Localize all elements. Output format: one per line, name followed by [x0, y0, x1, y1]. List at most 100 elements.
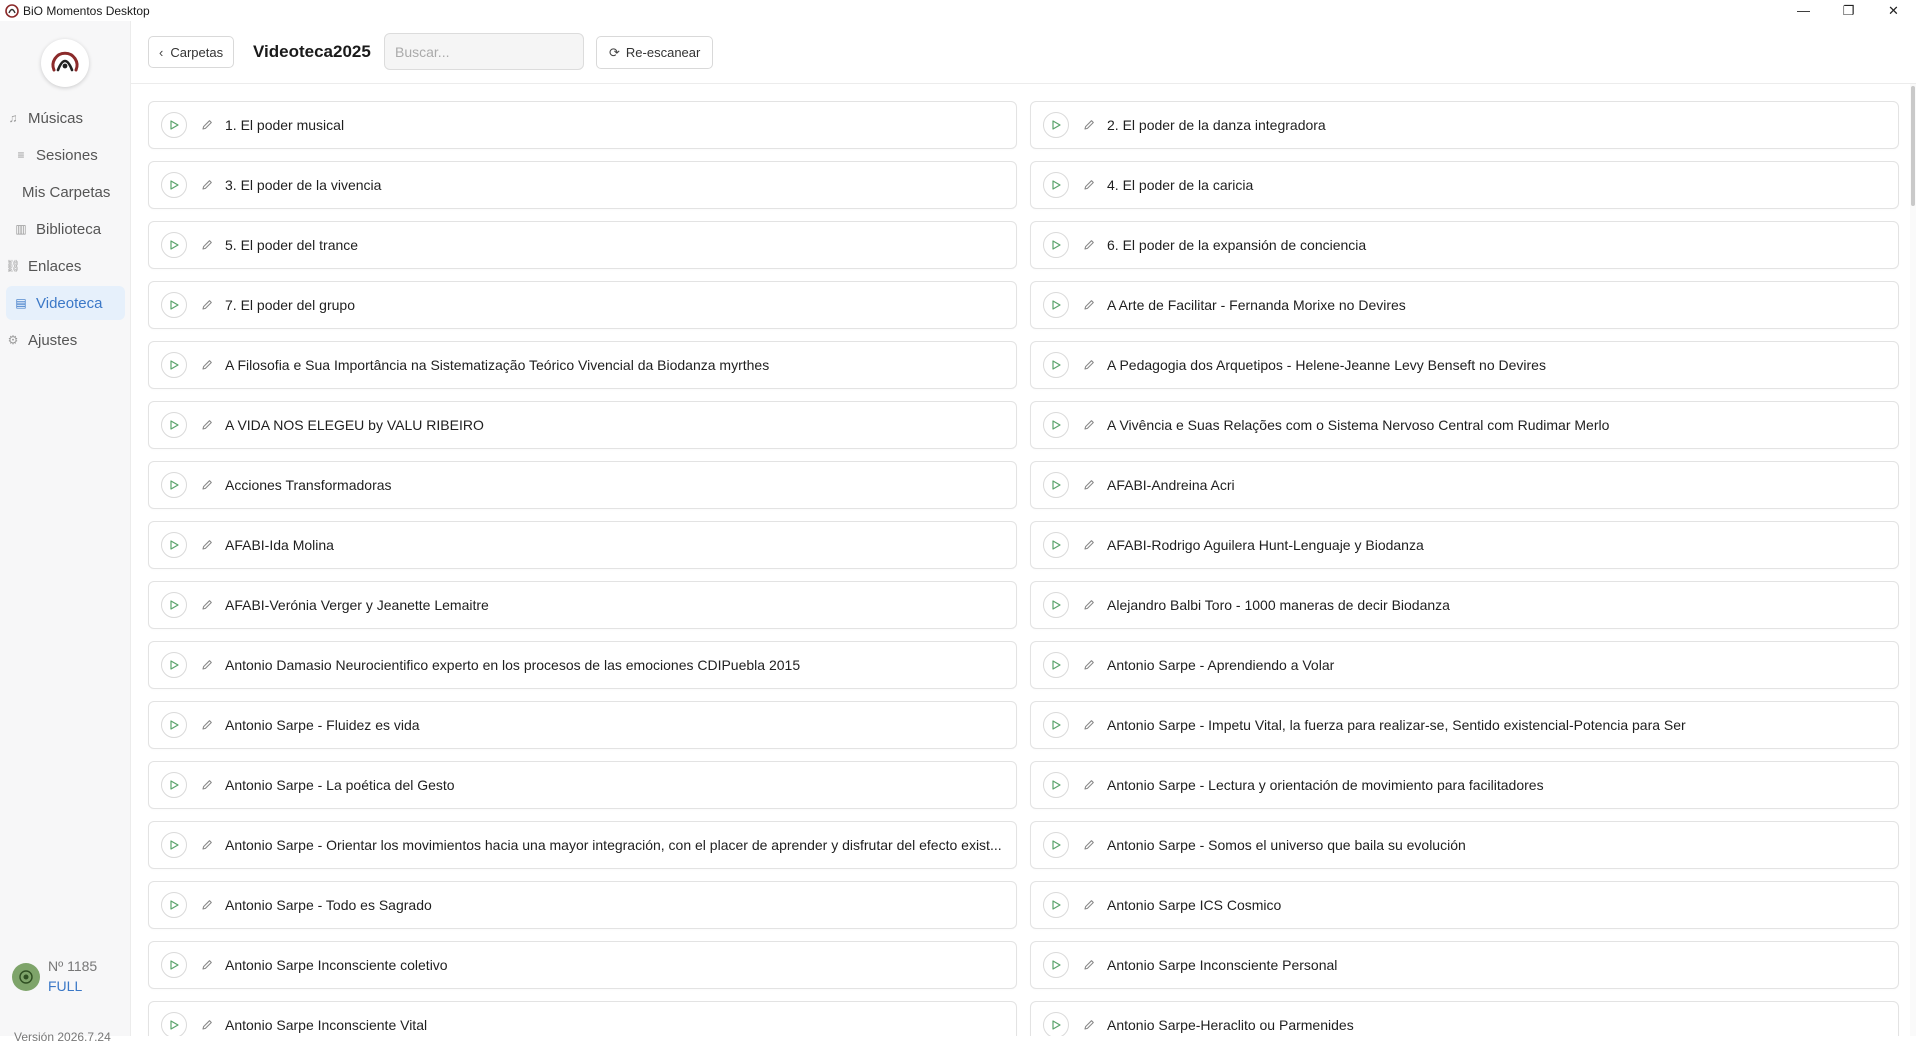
video-card[interactable]: A VIDA NOS ELEGEU by VALU RIBEIRO	[148, 401, 1017, 449]
video-card[interactable]: Antonio Sarpe - Impetu Vital, la fuerza …	[1030, 701, 1899, 749]
play-icon[interactable]	[1043, 472, 1069, 498]
video-card[interactable]: Antonio Damasio Neurocientifico experto …	[148, 641, 1017, 689]
play-icon[interactable]	[161, 952, 187, 978]
sidebar-item-sesiones[interactable]: ≡ Sesiones	[6, 138, 125, 172]
sidebar-item-musicas[interactable]: ♫ Músicas	[6, 101, 125, 135]
video-card[interactable]: Antonio Sarpe ICS Cosmico	[1030, 881, 1899, 929]
play-icon[interactable]	[161, 592, 187, 618]
video-card[interactable]: A Vivência e Suas Relações com o Sistema…	[1030, 401, 1899, 449]
pencil-icon[interactable]	[199, 537, 215, 553]
video-card[interactable]: AFABI-Andreina Acri	[1030, 461, 1899, 509]
play-icon[interactable]	[161, 232, 187, 258]
play-icon[interactable]	[1043, 712, 1069, 738]
video-card[interactable]: Antonio Sarpe - Aprendiendo a Volar	[1030, 641, 1899, 689]
pencil-icon[interactable]	[199, 357, 215, 373]
pencil-icon[interactable]	[1081, 1017, 1097, 1033]
pencil-icon[interactable]	[1081, 537, 1097, 553]
pencil-icon[interactable]	[199, 177, 215, 193]
pencil-icon[interactable]	[199, 657, 215, 673]
play-icon[interactable]	[1043, 532, 1069, 558]
play-icon[interactable]	[1043, 1012, 1069, 1036]
play-icon[interactable]	[1043, 412, 1069, 438]
pencil-icon[interactable]	[199, 417, 215, 433]
play-icon[interactable]	[161, 112, 187, 138]
pencil-icon[interactable]	[1081, 897, 1097, 913]
close-button[interactable]: ✕	[1871, 0, 1916, 21]
video-card[interactable]: A Filosofia e Sua Importância na Sistema…	[148, 341, 1017, 389]
pencil-icon[interactable]	[199, 237, 215, 253]
pencil-icon[interactable]	[199, 597, 215, 613]
video-card[interactable]: Antonio Sarpe - Todo es Sagrado	[148, 881, 1017, 929]
pencil-icon[interactable]	[1081, 657, 1097, 673]
sidebar-item-ajustes[interactable]: ⚙ Ajustes	[6, 323, 125, 357]
pencil-icon[interactable]	[1081, 417, 1097, 433]
scrollbar-thumb[interactable]	[1911, 86, 1915, 206]
sidebar-item-videoteca[interactable]: ▤ Videoteca	[6, 286, 125, 320]
play-icon[interactable]	[1043, 352, 1069, 378]
play-icon[interactable]	[161, 532, 187, 558]
pencil-icon[interactable]	[1081, 477, 1097, 493]
restore-button[interactable]: ❐	[1826, 0, 1871, 21]
play-icon[interactable]	[161, 472, 187, 498]
video-card[interactable]: Antonio Sarpe - Orientar los movimientos…	[148, 821, 1017, 869]
video-card[interactable]: Alejandro Balbi Toro - 1000 maneras de d…	[1030, 581, 1899, 629]
pencil-icon[interactable]	[1081, 957, 1097, 973]
pencil-icon[interactable]	[1081, 237, 1097, 253]
pencil-icon[interactable]	[199, 837, 215, 853]
play-icon[interactable]	[161, 292, 187, 318]
scrollbar[interactable]	[1910, 84, 1916, 1036]
pencil-icon[interactable]	[1081, 597, 1097, 613]
sidebar-item-biblioteca[interactable]: ▥ Biblioteca	[6, 212, 125, 246]
video-card[interactable]: Antonio Sarpe - Somos el universo que ba…	[1030, 821, 1899, 869]
play-icon[interactable]	[1043, 892, 1069, 918]
play-icon[interactable]	[1043, 292, 1069, 318]
sidebar-item-mis-carpetas[interactable]: Mis Carpetas	[6, 175, 125, 209]
pencil-icon[interactable]	[199, 1017, 215, 1033]
search-input[interactable]	[384, 33, 584, 70]
video-card[interactable]: 6. El poder de la expansión de concienci…	[1030, 221, 1899, 269]
play-icon[interactable]	[161, 172, 187, 198]
pencil-icon[interactable]	[199, 117, 215, 133]
play-icon[interactable]	[161, 1012, 187, 1036]
video-card[interactable]: Acciones Transformadoras	[148, 461, 1017, 509]
play-icon[interactable]	[161, 772, 187, 798]
pencil-icon[interactable]	[199, 477, 215, 493]
pencil-icon[interactable]	[199, 297, 215, 313]
play-icon[interactable]	[161, 832, 187, 858]
pencil-icon[interactable]	[1081, 717, 1097, 733]
minimize-button[interactable]: —	[1781, 0, 1826, 21]
video-card[interactable]: AFABI-Verónia Verger y Jeanette Lemaitre	[148, 581, 1017, 629]
video-card[interactable]: A Pedagogia dos Arquetipos - Helene-Jean…	[1030, 341, 1899, 389]
video-card[interactable]: Antonio Sarpe Inconsciente Personal	[1030, 941, 1899, 989]
pencil-icon[interactable]	[1081, 177, 1097, 193]
play-icon[interactable]	[1043, 652, 1069, 678]
pencil-icon[interactable]	[1081, 837, 1097, 853]
video-card[interactable]: Antonio Sarpe Inconsciente coletivo	[148, 941, 1017, 989]
account-info[interactable]: Nº 1185 FULL	[12, 956, 97, 996]
play-icon[interactable]	[1043, 232, 1069, 258]
video-card[interactable]: Antonio Sarpe-Heraclito ou Parmenides	[1030, 1001, 1899, 1036]
video-card[interactable]: AFABI-Rodrigo Aguilera Hunt-Lenguaje y B…	[1030, 521, 1899, 569]
video-card[interactable]: 1. El poder musical	[148, 101, 1017, 149]
play-icon[interactable]	[161, 712, 187, 738]
video-card[interactable]: 5. El poder del trance	[148, 221, 1017, 269]
play-icon[interactable]	[161, 892, 187, 918]
play-icon[interactable]	[1043, 172, 1069, 198]
video-card[interactable]: 2. El poder de la danza integradora	[1030, 101, 1899, 149]
play-icon[interactable]	[1043, 952, 1069, 978]
sidebar-item-enlaces[interactable]: ⛓ Enlaces	[5, 249, 125, 283]
back-to-folders-button[interactable]: ‹ Carpetas	[148, 36, 235, 68]
pencil-icon[interactable]	[1081, 357, 1097, 373]
pencil-icon[interactable]	[199, 957, 215, 973]
video-card[interactable]: Antonio Sarpe - Lectura y orientación de…	[1030, 761, 1899, 809]
play-icon[interactable]	[1043, 832, 1069, 858]
video-card[interactable]: AFABI-Ida Molina	[148, 521, 1017, 569]
video-card[interactable]: 3. El poder de la vivencia	[148, 161, 1017, 209]
app-logo[interactable]	[41, 39, 89, 87]
play-icon[interactable]	[161, 352, 187, 378]
video-card[interactable]: Antonio Sarpe Inconsciente Vital	[148, 1001, 1017, 1036]
play-icon[interactable]	[1043, 592, 1069, 618]
video-card[interactable]: A Arte de Facilitar - Fernanda Morixe no…	[1030, 281, 1899, 329]
pencil-icon[interactable]	[1081, 777, 1097, 793]
rescan-button[interactable]: ⟳ Re-escanear	[596, 36, 714, 69]
